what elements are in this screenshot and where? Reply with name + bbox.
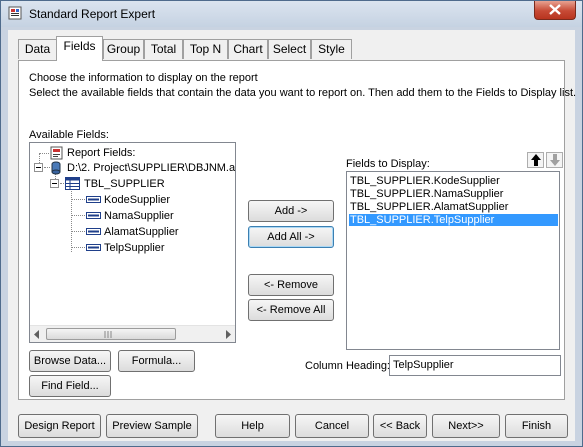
- remove-all-button[interactable]: <- Remove All: [248, 299, 334, 321]
- title-bar: Standard Report Expert: [1, 1, 582, 27]
- instruction-line-2: Select the available fields that contain…: [29, 87, 577, 99]
- collapse-table-icon[interactable]: [50, 179, 59, 188]
- column-heading-label: Column Heading:: [305, 360, 390, 372]
- grip-icon: [104, 331, 112, 338]
- remove-button[interactable]: <- Remove: [248, 274, 334, 296]
- next-button[interactable]: Next>>: [432, 414, 500, 438]
- formula-button[interactable]: Formula...: [118, 350, 195, 372]
- field-icon: [86, 244, 101, 251]
- add-button[interactable]: Add ->: [248, 200, 334, 222]
- list-item[interactable]: TBL_SUPPLIER.AlamatSupplier: [349, 201, 508, 213]
- find-field-button[interactable]: Find Field...: [29, 375, 111, 397]
- move-up-button[interactable]: [527, 152, 544, 168]
- fields-to-display-label: Fields to Display:: [346, 158, 430, 170]
- field-icon: [86, 196, 101, 203]
- cancel-button[interactable]: Cancel: [295, 414, 369, 438]
- finish-button[interactable]: Finish: [505, 414, 568, 438]
- fields-tab-panel: Choose the information to display on the…: [18, 60, 576, 400]
- collapse-database-icon[interactable]: [34, 163, 43, 172]
- add-all-button[interactable]: Add All ->: [248, 226, 334, 248]
- app-icon: [8, 6, 22, 20]
- tab-total[interactable]: Total: [144, 39, 183, 59]
- close-button[interactable]: [534, 1, 576, 20]
- tab-style[interactable]: Style: [311, 39, 352, 59]
- report-expert-window: Standard Report Expert Data Fields Group…: [0, 0, 583, 447]
- tree-field-telpsupplier[interactable]: TelpSupplier: [104, 242, 165, 254]
- arrow-down-icon: [550, 154, 560, 166]
- tree-horizontal-scrollbar[interactable]: [30, 325, 235, 342]
- close-icon: [549, 4, 561, 15]
- list-item[interactable]: TBL_SUPPLIER.NamaSupplier: [349, 188, 503, 200]
- tab-data[interactable]: Data: [18, 39, 57, 59]
- tree-field-kodesupplier[interactable]: KodeSupplier: [104, 194, 170, 206]
- tab-group[interactable]: Group: [103, 39, 144, 59]
- design-report-button[interactable]: Design Report: [18, 414, 101, 438]
- tree-field-namasupplier[interactable]: NamaSupplier: [104, 210, 174, 222]
- field-icon: [86, 228, 101, 235]
- tree-root-label[interactable]: Report Fields:: [67, 147, 135, 159]
- tab-top-n[interactable]: Top N: [183, 39, 228, 59]
- scrollbar-thumb[interactable]: [46, 328, 176, 340]
- list-item[interactable]: TBL_SUPPLIER.KodeSupplier: [349, 175, 500, 187]
- tab-chart[interactable]: Chart: [228, 39, 268, 59]
- instruction-line-1: Choose the information to display on the…: [29, 72, 258, 84]
- database-icon: [51, 161, 61, 175]
- dialog-client-area: Data Fields Group Total Top N Chart Sele…: [8, 30, 576, 441]
- fields-to-display-list[interactable]: TBL_SUPPLIER.KodeSupplier TBL_SUPPLIER.N…: [346, 171, 560, 350]
- arrow-up-icon: [531, 154, 541, 166]
- back-button[interactable]: << Back: [373, 414, 427, 438]
- available-fields-tree[interactable]: Report Fields: D:\2. Project\SUPPLIER\DB…: [29, 142, 236, 343]
- list-item-selected[interactable]: TBL_SUPPLIER.TelpSupplier: [349, 214, 558, 226]
- column-heading-input[interactable]: TelpSupplier: [389, 355, 561, 376]
- scroll-right-icon[interactable]: [224, 330, 232, 339]
- tree-database-label[interactable]: D:\2. Project\SUPPLIER\DBJNM.a: [67, 162, 235, 174]
- tab-fields[interactable]: Fields: [56, 36, 103, 61]
- scroll-left-icon[interactable]: [33, 330, 41, 339]
- tab-select[interactable]: Select: [268, 39, 311, 59]
- help-button[interactable]: Help: [215, 414, 290, 438]
- browse-data-button[interactable]: Browse Data...: [29, 350, 111, 372]
- available-fields-label: Available Fields:: [29, 129, 109, 141]
- field-icon: [86, 212, 101, 219]
- tree-field-alamatsupplier[interactable]: AlamatSupplier: [104, 226, 179, 238]
- tree-table-label[interactable]: TBL_SUPPLIER: [84, 178, 165, 190]
- table-icon: [65, 177, 80, 190]
- preview-sample-button[interactable]: Preview Sample: [106, 414, 198, 438]
- report-fields-icon: [50, 146, 63, 160]
- move-down-button[interactable]: [546, 152, 563, 168]
- window-title: Standard Report Expert: [29, 7, 156, 21]
